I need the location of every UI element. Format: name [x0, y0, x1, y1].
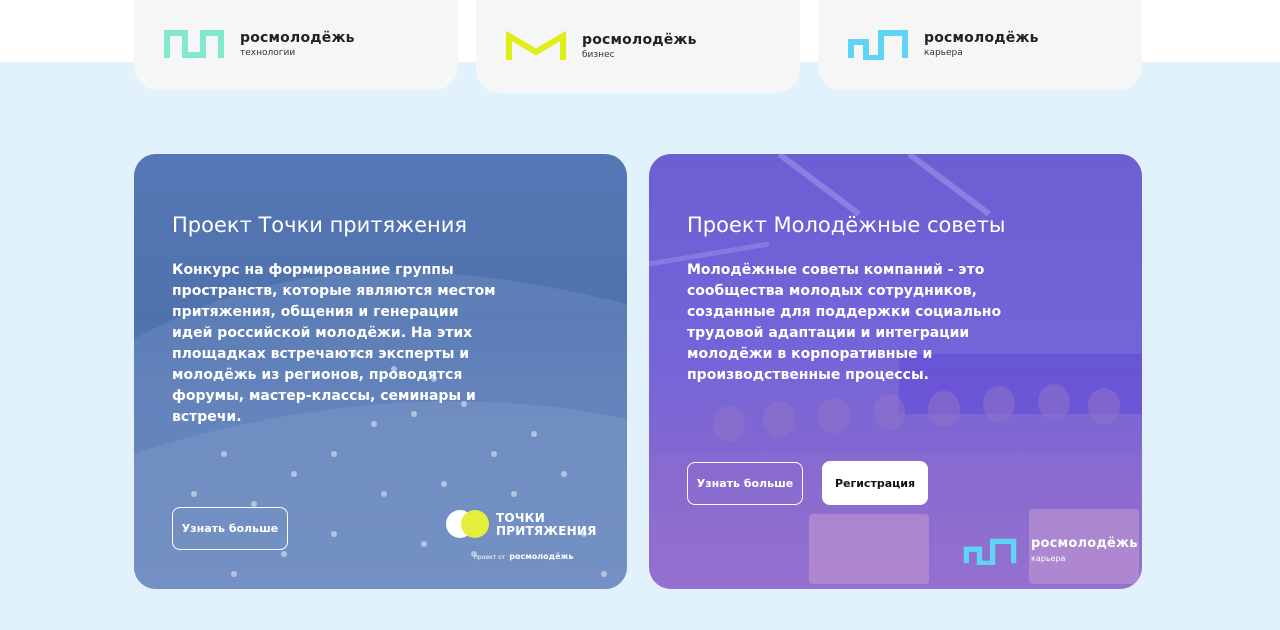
brand-card-tech[interactable]: росмолодёжь технологии [134, 0, 458, 90]
attraction-points-logo-icon [446, 510, 490, 540]
learn-more-button[interactable]: Узнать больше [172, 507, 288, 550]
brand-name: росмолодёжь [1031, 536, 1138, 551]
logo-text-line2: ПРИТЯЖЕНИЯ [496, 524, 597, 538]
project-title: Проект Точки притяжения [172, 213, 467, 237]
credit-prefix: проект от [474, 554, 506, 561]
brand-subtitle: бизнес [582, 49, 615, 60]
project-title: Проект Молодёжные советы [687, 213, 1006, 237]
tech-wave-logo-icon [164, 30, 224, 58]
career-logo: росмолодёжь карьера [963, 536, 1138, 565]
project-card-attraction-points: Проект Точки притяжения Конкурс на форми… [134, 154, 627, 589]
register-button[interactable]: Регистрация [822, 461, 928, 505]
brand-logo-tech: росмолодёжь технологии [164, 28, 355, 60]
project-credit: проект от росмолодёжь [474, 552, 574, 561]
project-card-youth-councils: Проект Молодёжные советы Молодёжные сове… [649, 154, 1142, 589]
brand-logo-career: росмолодёжь карьера [848, 28, 1039, 60]
brand-subtitle: карьера [924, 47, 963, 58]
brand-name: росмолодёжь [924, 29, 1039, 46]
attraction-points-logo: ТОЧКИ ПРИТЯЖЕНИЯ [446, 510, 597, 540]
brand-subtitle: карьера [1031, 554, 1066, 563]
business-m-logo-icon [506, 30, 566, 60]
brand-card-career[interactable]: росмолодёжь карьера [818, 0, 1142, 90]
career-wave-logo-icon [963, 538, 1017, 565]
brand-name: росмолодёжь [240, 29, 355, 46]
learn-more-button[interactable]: Узнать больше [687, 462, 803, 505]
career-wave-logo-icon [848, 30, 908, 60]
project-description: Конкурс на формирование группы пространс… [172, 262, 496, 425]
brand-name: росмолодёжь [582, 31, 697, 48]
brand-logo-business: росмолодёжь бизнес [506, 30, 697, 62]
credit-brand: росмолодёжь [509, 552, 574, 561]
project-description: Молодёжные советы компаний - это сообщес… [687, 262, 1002, 383]
brand-card-business[interactable]: росмолодёжь бизнес [476, 0, 800, 93]
brand-subtitle: технологии [240, 47, 296, 58]
